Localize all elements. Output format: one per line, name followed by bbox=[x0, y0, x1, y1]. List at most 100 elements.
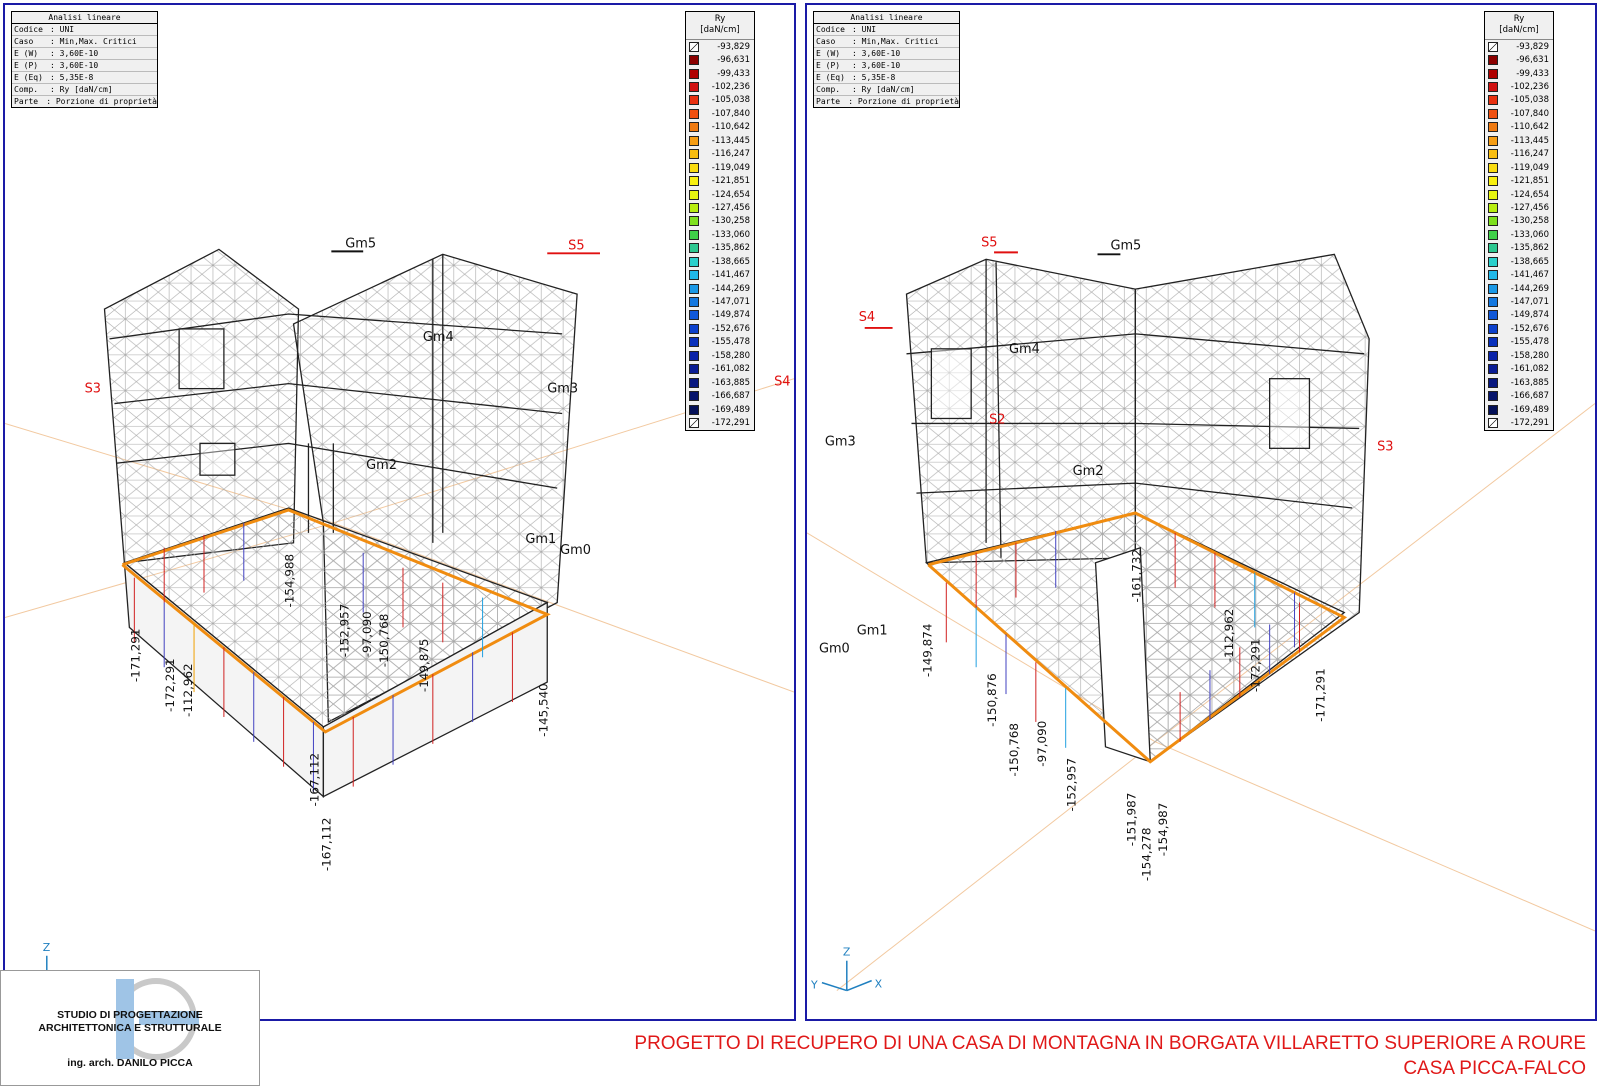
legend-row: -144,269 bbox=[1485, 282, 1553, 295]
legend-row: -116,247 bbox=[1485, 148, 1553, 161]
legend-swatch bbox=[689, 108, 699, 119]
legend-swatch bbox=[689, 95, 699, 106]
logo-line-1: STUDIO DI PROGETTAZIONE bbox=[57, 1009, 203, 1021]
right-model-canvas bbox=[807, 253, 1595, 992]
legend-value: -163,885 bbox=[711, 377, 750, 388]
legend-value: -110,642 bbox=[1510, 122, 1549, 133]
right-3d-viewport[interactable]: Analisi lineare Codice: UNI Caso: Min,Ma… bbox=[805, 3, 1597, 1021]
info-key: Parte bbox=[14, 97, 39, 106]
legend-swatch bbox=[1488, 310, 1498, 321]
legend-swatch bbox=[689, 417, 699, 428]
info-value: : 3,60E-10 bbox=[50, 49, 99, 58]
legend-value: -107,840 bbox=[711, 108, 750, 119]
legend-row: -110,642 bbox=[686, 121, 754, 134]
legend-swatch bbox=[1488, 135, 1498, 146]
legend-row: -169,489 bbox=[686, 403, 754, 416]
legend-row: -96,631 bbox=[1485, 53, 1553, 66]
legend-swatch bbox=[1488, 417, 1498, 428]
legend-swatch bbox=[689, 176, 699, 187]
legend-row: -99,433 bbox=[1485, 67, 1553, 80]
info-row-ew: E (W): 3,60E-10 bbox=[814, 48, 959, 60]
legend-value: -172,291 bbox=[711, 417, 750, 428]
legend-value: -152,676 bbox=[1510, 323, 1549, 334]
info-row-eeq: E (Eq): 5,35E-8 bbox=[814, 72, 959, 84]
legend-row: -130,258 bbox=[686, 215, 754, 228]
legend-swatch bbox=[689, 135, 699, 146]
info-value: : 5,35E-8 bbox=[50, 73, 94, 82]
legend-row: -163,885 bbox=[1485, 376, 1553, 389]
legend-value: -99,433 bbox=[1516, 68, 1549, 79]
info-value: : Ry [daN/cm] bbox=[852, 85, 915, 94]
legend-swatch bbox=[1488, 108, 1498, 119]
legend-row: -133,060 bbox=[686, 228, 754, 241]
legend-row: -99,433 bbox=[686, 67, 754, 80]
legend-swatch bbox=[1488, 216, 1498, 227]
legend-value: -99,433 bbox=[717, 68, 750, 79]
legend-swatch bbox=[1488, 229, 1498, 240]
legend-row: -105,038 bbox=[686, 94, 754, 107]
legend-value: -163,885 bbox=[1510, 377, 1549, 388]
legend-row: -147,071 bbox=[686, 295, 754, 308]
legend-value: -138,665 bbox=[711, 256, 750, 267]
legend-swatch bbox=[689, 162, 699, 173]
legend-value: -113,445 bbox=[711, 135, 750, 146]
legend-value: -152,676 bbox=[711, 323, 750, 334]
legend-row: -161,082 bbox=[1485, 363, 1553, 376]
info-row-codice: Codice: UNI bbox=[12, 24, 157, 36]
info-key: Comp. bbox=[816, 85, 841, 94]
legend-row: -119,049 bbox=[686, 161, 754, 174]
info-value: : Ry [daN/cm] bbox=[50, 85, 113, 94]
info-key: E (Eq) bbox=[14, 73, 43, 82]
legend-swatch bbox=[1488, 297, 1498, 308]
legend-row: -149,874 bbox=[686, 309, 754, 322]
legend-value: -141,467 bbox=[711, 270, 750, 281]
legend-value: -161,082 bbox=[711, 364, 750, 375]
info-row-codice: Codice: UNI bbox=[814, 24, 959, 36]
legend-row: -158,280 bbox=[686, 349, 754, 362]
legend-value: -147,071 bbox=[1510, 297, 1549, 308]
legend-swatch bbox=[689, 68, 699, 79]
legend-row: -172,291 bbox=[686, 416, 754, 429]
legend-swatch bbox=[689, 82, 699, 93]
legend-value: -116,247 bbox=[711, 149, 750, 160]
legend-unit: [daN/cm] bbox=[1485, 25, 1553, 40]
legend-swatch bbox=[1488, 95, 1498, 106]
legend-row: -110,642 bbox=[1485, 121, 1553, 134]
legend-value: -149,874 bbox=[1510, 310, 1549, 321]
legend-swatch bbox=[1488, 149, 1498, 160]
legend-row: -147,071 bbox=[1485, 295, 1553, 308]
right-axis-triad bbox=[821, 960, 872, 992]
legend-row: -119,049 bbox=[1485, 161, 1553, 174]
legend-value: -124,654 bbox=[1510, 189, 1549, 200]
legend-value: -155,478 bbox=[1510, 337, 1549, 348]
legend-value: -144,269 bbox=[711, 283, 750, 294]
legend-rows: -93,829 -96,631 -99,433 -102,236 -105,038 -10… bbox=[686, 40, 754, 430]
legend-swatch bbox=[689, 149, 699, 160]
info-key: Codice bbox=[14, 25, 43, 34]
legend-row: -158,280 bbox=[1485, 349, 1553, 362]
legend-row: -116,247 bbox=[686, 148, 754, 161]
legend-value: -141,467 bbox=[1510, 270, 1549, 281]
legend-row: -107,840 bbox=[1485, 107, 1553, 120]
legend-swatch bbox=[1488, 256, 1498, 267]
info-value: : 3,60E-10 bbox=[852, 61, 901, 70]
legend-row: -130,258 bbox=[1485, 215, 1553, 228]
legend-value: -93,829 bbox=[1516, 41, 1549, 52]
legend-swatch bbox=[689, 202, 699, 213]
legend-swatch bbox=[689, 189, 699, 200]
left-3d-viewport[interactable]: Analisi lineare Codice: UNI Caso: Min,Ma… bbox=[3, 3, 796, 1021]
right-building-mesh bbox=[905, 253, 1370, 763]
logo-line-3: ing. arch. DANILO PICCA bbox=[67, 1057, 193, 1069]
legend-row: -155,478 bbox=[1485, 336, 1553, 349]
legend-row: -163,885 bbox=[686, 376, 754, 389]
legend-value: -116,247 bbox=[1510, 149, 1549, 160]
legend-value: -130,258 bbox=[1510, 216, 1549, 227]
legend-row: -141,467 bbox=[686, 268, 754, 281]
info-row-ep: E (P): 3,60E-10 bbox=[12, 60, 157, 72]
legend-swatch bbox=[1488, 243, 1498, 254]
legend-swatch bbox=[689, 229, 699, 240]
legend-row: -161,082 bbox=[686, 363, 754, 376]
legend-title: Ry bbox=[1513, 14, 1525, 24]
info-key: Parte bbox=[816, 97, 841, 106]
legend-row: -96,631 bbox=[686, 53, 754, 66]
